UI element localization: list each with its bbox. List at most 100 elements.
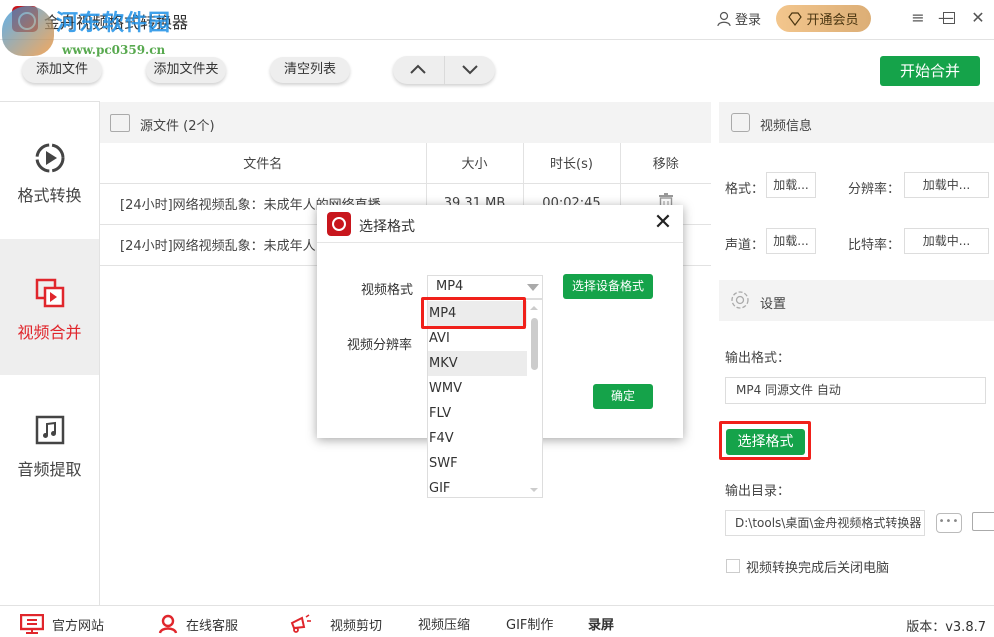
reorder-buttons [393, 56, 495, 84]
vip-button[interactable]: 开通会员 [776, 5, 871, 32]
dropdown-option-swf[interactable]: SWF [428, 451, 527, 476]
video-format-value: MP4 [436, 279, 464, 294]
version-text: 版本：v3.8.7 [906, 620, 986, 635]
sidebar: 格式转换 视频合并 音频提取 [0, 101, 100, 605]
chevron-up-icon [410, 64, 426, 74]
scroll-down-arrow-icon[interactable] [530, 488, 538, 492]
device-format-button[interactable]: 选择设备格式 [563, 274, 653, 299]
sidebar-item-label: 音频提取 [17, 460, 82, 479]
screen-record-label: 录屏 [588, 618, 615, 633]
scroll-up-arrow-icon[interactable] [530, 306, 538, 310]
file-count-title: 源文件 (2个) [140, 119, 215, 134]
format-dropdown-list: MP4 AVI MKV WMV FLV F4V SWF GIF [427, 299, 543, 498]
add-file-button[interactable]: 添加文件 [22, 57, 102, 83]
app-window: 金舟视频格式转换器 登录 开通会员 ≡ — ✕ 河东软件园 www.pc0359… [0, 0, 994, 637]
shutdown-checkbox-label: 视频转换完成后关闭电脑 [746, 561, 890, 576]
settings-header: 设置 [719, 280, 994, 321]
official-site-link[interactable]: 官方网站 [20, 614, 104, 634]
video-merge-icon [35, 278, 65, 308]
channel-label: 声道： [725, 238, 765, 253]
watermark-url: www.pc0359.cn [62, 43, 166, 57]
gif-make-label: GIF制作 [506, 618, 554, 633]
video-compress-label: 视频压缩 [418, 618, 471, 633]
vip-label: 开通会员 [806, 13, 859, 28]
add-folder-button[interactable]: 添加文件夹 [146, 57, 226, 83]
browse-button[interactable]: ••• [936, 513, 962, 533]
right-panel: 视频信息 格式： 加载... 分辨率： 加载中... 声道： 加载... 比特率… [719, 101, 994, 605]
dropdown-option-gif[interactable]: GIF [428, 476, 527, 497]
sidebar-item-format-convert[interactable]: 格式转换 [0, 102, 99, 238]
dropdown-scrollbar[interactable] [527, 300, 542, 497]
dropdown-option-f4v[interactable]: F4V [428, 426, 527, 451]
video-cut-link[interactable]: 视频剪切 [290, 614, 382, 634]
move-up-button[interactable] [393, 56, 445, 84]
clear-list-button[interactable]: 清空列表 [270, 57, 350, 83]
user-service-icon [158, 614, 178, 634]
dropdown-option-flv[interactable]: FLV [428, 401, 527, 426]
resolution-value: 加载中... [904, 172, 989, 198]
dropdown-option-avi[interactable]: AVI [428, 326, 527, 351]
dialog-app-logo [327, 212, 351, 236]
column-header-filename: 文件名 [100, 143, 427, 184]
online-service-label: 在线客服 [186, 618, 239, 634]
dropdown-option-wmv[interactable]: WMV [428, 376, 527, 401]
video-info-header: 视频信息 [719, 102, 994, 143]
diamond-icon [788, 11, 803, 26]
music-note-icon [35, 415, 65, 445]
choose-format-button[interactable]: 选择格式 [726, 429, 805, 455]
video-info-icon [731, 113, 750, 132]
output-dir-label: 输出目录： [725, 484, 791, 499]
gif-make-link[interactable]: GIF制作 [506, 614, 553, 633]
user-icon [717, 11, 731, 26]
video-info-title: 视频信息 [760, 119, 813, 134]
resolution-label: 视频分辨率 [347, 338, 413, 353]
monitor-icon [20, 614, 44, 634]
dropdown-option-mp4[interactable]: MP4 [428, 301, 527, 326]
video-file-icon [110, 114, 130, 132]
gear-icon [731, 291, 749, 309]
file-list-header: 源文件 (2个) [100, 102, 711, 143]
bottom-bar: 官方网站 在线客服 视频剪切 视频压缩 GIF制作 录屏 版本：v3.8.7 [0, 605, 994, 637]
scrollbar-thumb[interactable] [531, 318, 538, 370]
dropdown-option-mkv[interactable]: MKV [428, 351, 527, 376]
dialog-close-icon[interactable]: ✕ [651, 210, 675, 236]
menu-icon[interactable]: ≡ [908, 8, 928, 28]
column-header-duration: 时长(s) [523, 143, 621, 184]
video-cut-label: 视频剪切 [330, 618, 383, 634]
table-header-row: 文件名 大小 时长(s) 移除 [100, 143, 711, 184]
shutdown-checkbox[interactable] [726, 559, 740, 573]
sidebar-item-video-merge[interactable]: 视频合并 [0, 239, 99, 375]
output-dir-field[interactable]: D:\tools\桌面\金舟视频格式转换器 [725, 510, 925, 536]
move-down-button[interactable] [445, 56, 496, 84]
dropdown-arrow-icon [527, 284, 539, 291]
chevron-down-icon [462, 65, 478, 75]
start-merge-button[interactable]: 开始合并 [880, 56, 980, 86]
online-service-link[interactable]: 在线客服 [158, 614, 238, 634]
video-format-select[interactable]: MP4 [427, 275, 543, 299]
channel-value: 加载... [766, 228, 816, 254]
dialog-title: 选择格式 [359, 219, 415, 235]
output-format-field: MP4 同源文件 自动 [725, 377, 986, 404]
play-circle-icon [35, 143, 65, 173]
folder-icon[interactable] [972, 512, 994, 531]
app-logo [12, 6, 38, 32]
screen-record-link[interactable]: 录屏 [588, 614, 614, 633]
column-header-remove: 移除 [620, 143, 711, 184]
format-value: 加载... [766, 172, 816, 198]
column-header-size: 大小 [426, 143, 524, 184]
login-label: 登录 [735, 13, 762, 28]
video-compress-link[interactable]: 视频压缩 [418, 614, 470, 633]
megaphone-icon [290, 614, 311, 633]
sidebar-item-audio-extract[interactable]: 音频提取 [0, 376, 99, 512]
close-icon[interactable]: ✕ [968, 8, 988, 28]
official-site-label: 官方网站 [52, 618, 105, 634]
format-label: 格式： [725, 182, 765, 197]
login-button[interactable]: 登录 [716, 9, 761, 28]
ok-button[interactable]: 确定 [593, 384, 653, 409]
settings-title: 设置 [760, 297, 787, 312]
maximize-box [943, 12, 955, 24]
output-format-label: 输出格式： [725, 351, 791, 366]
video-format-label: 视频格式 [361, 283, 414, 298]
resolution-label: 分辨率： [848, 182, 901, 197]
sidebar-item-label: 视频合并 [17, 323, 82, 342]
